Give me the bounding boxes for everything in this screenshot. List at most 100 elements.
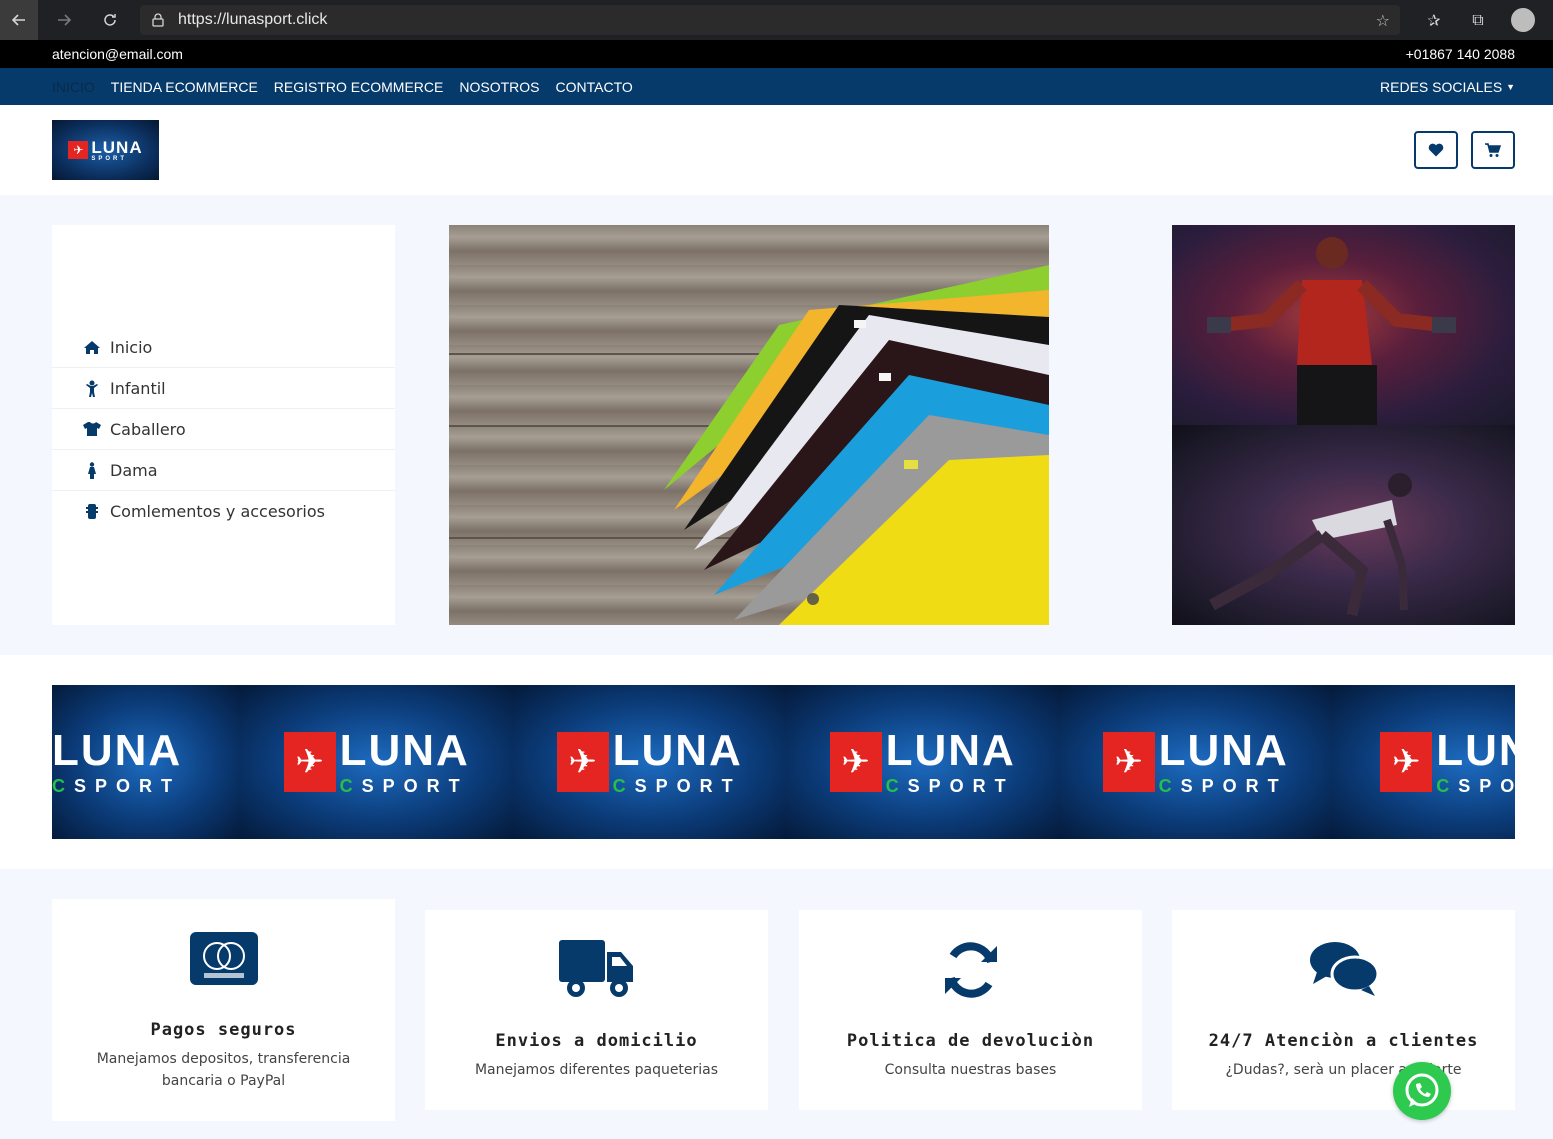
runner-logo-icon: ✈	[1380, 732, 1433, 792]
site-logo[interactable]: ✈ LUNA SPORT	[52, 120, 159, 180]
accessory-icon	[82, 503, 102, 521]
forward-button[interactable]	[46, 4, 82, 36]
tshirts-image	[664, 265, 1049, 625]
nav-nosotros[interactable]: NOSOTROS	[459, 79, 539, 95]
runner-logo-icon: ✈	[829, 732, 882, 792]
feature-envios: Envios a domicilio Manejamos diferentes …	[425, 910, 768, 1110]
banner-word: LUNA	[1158, 726, 1289, 775]
banner-sub-text: SPORT	[1458, 776, 1515, 796]
feature-pagos-seguros: Pagos seguros Manejamos depositos, trans…	[52, 899, 395, 1121]
sync-icon	[941, 940, 1001, 1004]
feature-description: ¿Dudas?, serà un placer ayudarte	[1225, 1062, 1462, 1078]
runner-logo-icon: ✈	[556, 732, 609, 792]
favorite-star-icon[interactable]: ☆	[1376, 11, 1390, 30]
banner-word: LUNA	[1436, 726, 1515, 775]
social-dropdown-label: REDES SOCIALES	[1380, 79, 1503, 95]
browser-actions: ✰ ⧉	[1423, 8, 1535, 32]
tshirt-icon	[82, 420, 102, 438]
url-text: https://lunasport.click	[178, 11, 328, 28]
category-sidebar: Inicio Infantil Caballero Dama Comlement…	[52, 225, 395, 625]
profile-avatar[interactable]	[1511, 8, 1535, 32]
sidebar-item-dama[interactable]: Dama	[52, 450, 395, 491]
cart-icon	[1485, 142, 1501, 157]
athlete-woman-image	[1209, 473, 1412, 617]
banner-sub: CSPORT	[885, 776, 1015, 796]
cart-button[interactable]	[1471, 131, 1515, 169]
runner-logo-icon: ✈	[68, 141, 89, 159]
banner-tile: ✈ LUNA CSPORT	[513, 685, 787, 839]
truck-icon	[558, 940, 635, 1004]
back-button[interactable]	[0, 0, 38, 40]
arrow-right-icon	[58, 14, 72, 26]
feature-description: Consulta nuestras bases	[884, 1062, 1057, 1078]
promo-image-man[interactable]	[1172, 225, 1515, 425]
runner-logo-icon: ✈	[1102, 732, 1155, 792]
nav-contacto[interactable]: CONTACTO	[556, 79, 633, 95]
sidebar-item-label: Caballero	[110, 419, 186, 439]
feature-description: Manejamos diferentes paqueterias	[474, 1062, 719, 1078]
feature-atencion: 24/7 Atenciòn a clientes ¿Dudas?, serà u…	[1172, 910, 1515, 1110]
sidebar-item-label: Comlementos y accesorios	[110, 502, 325, 521]
banner-sub: CSPORT	[612, 776, 742, 796]
sidebar-item-label: Inicio	[110, 337, 153, 357]
banner-sub: CSPORT	[52, 776, 182, 796]
site-header: ✈ LUNA SPORT	[0, 105, 1553, 195]
address-bar[interactable]: https://lunasport.click ☆	[140, 5, 1400, 35]
nav-inicio[interactable]: INICIO	[52, 79, 95, 95]
heart-icon	[1428, 143, 1444, 157]
nav-registro-ecommerce[interactable]: REGISTRO ECOMMERCE	[274, 79, 444, 95]
sidebar-item-label: Dama	[110, 460, 158, 480]
feature-devolucion: Politica de devoluciòn Consulta nuestras…	[799, 910, 1142, 1110]
social-dropdown[interactable]: REDES SOCIALES ▼	[1380, 79, 1515, 95]
refresh-button[interactable]	[92, 4, 128, 36]
banner-word: LUNA	[339, 726, 470, 775]
feature-title: 24/7 Atenciòn a clientes	[1208, 1031, 1479, 1051]
main-navigation: INICIO TIENDA ECOMMERCE REGISTRO ECOMMER…	[0, 68, 1553, 105]
home-icon	[82, 338, 102, 356]
feature-title: Envios a domicilio	[495, 1031, 698, 1051]
sidebar-item-complementos[interactable]: Comlementos y accesorios	[52, 491, 395, 532]
banner-sub: CSPORT	[1158, 776, 1288, 796]
sidebar-item-inicio[interactable]: Inicio	[52, 327, 395, 368]
banner-word: LUNA	[885, 726, 1016, 775]
logo-word: LUNA	[91, 137, 143, 157]
banner-word: LUNA	[612, 726, 743, 775]
feature-title: Politica de devoluciòn	[846, 1031, 1095, 1051]
child-icon	[82, 379, 102, 397]
whatsapp-icon	[1405, 1073, 1439, 1107]
feature-description: Manejamos depositos, transferencia banca…	[96, 1051, 351, 1089]
female-icon	[82, 461, 102, 479]
banner-sub: CSPORT	[339, 776, 469, 796]
hero-carousel[interactable]	[449, 225, 1049, 625]
sidebar-item-label: Infantil	[110, 378, 166, 398]
athlete-man-image	[1207, 237, 1456, 425]
banner-word: LUNA	[52, 726, 183, 775]
banner-sub: CSPORT	[1436, 777, 1515, 795]
sidebar-item-infantil[interactable]: Infantil	[52, 368, 395, 409]
banner-tile: ✈ LUNA CSPORT	[240, 685, 514, 839]
arrow-left-icon	[11, 14, 25, 26]
feature-title: Pagos seguros	[150, 1020, 297, 1040]
chat-icon	[1309, 940, 1379, 1002]
runner-logo-icon: ✈	[283, 732, 336, 792]
contact-email[interactable]: atencion@email.com	[52, 46, 183, 62]
nav-tienda-ecommerce[interactable]: TIENDA ECOMMERCE	[111, 79, 258, 95]
collections-icon[interactable]: ⧉	[1467, 9, 1489, 31]
brand-banner: LUNA CSPORT ✈ LUNA CSPORT ✈ LUNA CSPORT …	[52, 685, 1515, 839]
banner-tile: ✈ LUNA CSPORT	[786, 685, 1060, 839]
sidebar-item-caballero[interactable]: Caballero	[52, 409, 395, 450]
whatsapp-button[interactable]	[1393, 1062, 1451, 1120]
promo-images	[1172, 225, 1515, 625]
contact-phone[interactable]: +01867 140 2088	[1406, 46, 1515, 62]
banner-sub-text: SPORT	[1180, 776, 1288, 796]
promo-image-woman[interactable]	[1172, 425, 1515, 625]
banner-tile: ✈ LUNA CSPORT	[1332, 685, 1515, 839]
banner-tile: LUNA CSPORT	[52, 685, 241, 839]
banner-sub-text: SPORT	[907, 776, 1015, 796]
mastercard-icon	[189, 932, 258, 989]
wishlist-button[interactable]	[1414, 131, 1458, 169]
favorites-icon[interactable]: ✰	[1423, 9, 1445, 31]
contact-bar: atencion@email.com +01867 140 2088	[0, 40, 1553, 68]
banner-sub-text: SPORT	[361, 776, 469, 796]
carousel-indicator[interactable]	[807, 593, 819, 605]
